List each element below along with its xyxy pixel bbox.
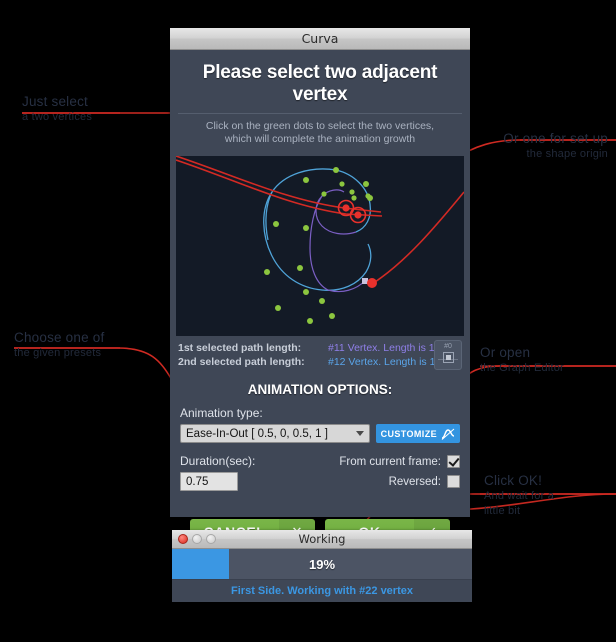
reversed-label: Reversed: — [388, 475, 441, 488]
duration-input[interactable]: 0.75 — [180, 472, 238, 491]
dialog-headline: Please select two adjacent vertex — [202, 62, 438, 105]
path-length-row-1: 1st selected path length: #11 Vertex. Le… — [178, 342, 462, 354]
second-path-length-value: #12 Vertex. Length is 12 — [328, 356, 442, 368]
chevron-down-icon — [355, 431, 364, 436]
duration-label: Duration(sec): — [180, 454, 256, 468]
reversed-checkbox[interactable] — [447, 475, 460, 488]
animation-options-form: Animation type: Ease-In-Out [ 0.5, 0, 0.… — [170, 406, 470, 545]
working-window: Working 19% First Side. Working with #22… — [172, 530, 472, 602]
animation-type-row: Ease-In-Out [ 0.5, 0, 0.5, 1 ] CUSTOMIZE — [180, 424, 460, 443]
annotation-subtext: the given presets — [14, 347, 102, 359]
from-current-frame-row: From current frame: — [339, 455, 460, 468]
duration-value: 0.75 — [186, 475, 209, 488]
dialog-subtitle: Click on the green dots to select the tw… — [170, 120, 470, 156]
customize-button[interactable]: CUSTOMIZE — [375, 424, 460, 443]
from-current-frame-checkbox[interactable] — [447, 455, 460, 468]
customize-button-label: CUSTOMIZE — [380, 428, 437, 439]
dialog-title: Curva — [301, 31, 339, 46]
selected-vertices — [337, 199, 367, 224]
headline-divider — [178, 113, 462, 114]
duration-group: Duration(sec): 0.75 — [180, 454, 300, 491]
reversed-row: Reversed: — [339, 475, 460, 488]
annotation-heading: Or open — [480, 345, 531, 360]
working-window-title: Working — [298, 532, 346, 546]
selected-path-lengths: 1st selected path length: #11 Vertex. Le… — [170, 336, 470, 372]
from-current-frame-label: From current frame: — [339, 455, 441, 468]
annotation-subtext-2: little bit — [484, 505, 521, 517]
annotation-subtext: the shape origin — [526, 148, 608, 160]
annotation-heading: Just select — [22, 94, 88, 109]
working-titlebar[interactable]: Working — [172, 530, 472, 549]
subtitle-line-1: Click on the green dots to select the tw… — [205, 120, 435, 132]
progress-percent-label: 19% — [308, 556, 336, 572]
origin-point — [367, 278, 377, 288]
annotation-subtext: And wait for a — [484, 490, 555, 502]
annotation-choose-one-of: Choose one of the given presets — [14, 330, 104, 361]
vertex-origin-badge-button[interactable]: #0 — [434, 340, 462, 370]
vertex-badge-square-icon — [442, 352, 454, 363]
vertex-badge-number: #0 — [444, 343, 452, 350]
vertex-dots — [264, 167, 373, 324]
annotation-heading: Or one for set up — [503, 131, 608, 146]
progress-bar: 19% — [172, 549, 472, 580]
duration-and-options-row: Duration(sec): 0.75 From current frame: … — [180, 454, 460, 495]
animation-options-title: ANIMATION OPTIONS: — [247, 382, 393, 397]
animation-type-value: Ease-In-Out [ 0.5, 0, 0.5, 1 ] — [186, 427, 328, 440]
annotation-or-open: Or open the Graph Editor — [480, 345, 564, 376]
curve-preview-canvas[interactable] — [176, 156, 464, 336]
graph-curve-icon — [441, 428, 455, 440]
second-path-length-label: 2nd selected path length: — [178, 356, 305, 368]
dialog-body: Please select two adjacent vertex Click … — [170, 50, 470, 545]
first-path-length-label: 1st selected path length: — [178, 342, 302, 354]
animation-type-label: Animation type: — [180, 406, 263, 420]
annotation-or-one-for-setup: Or one for set up the shape origin — [503, 131, 608, 162]
subtitle-line-2: which will complete the animation growth — [224, 133, 416, 145]
curva-dialog: Curva Please select two adjacent vertex … — [170, 28, 470, 545]
annotation-heading: Choose one of — [14, 330, 105, 345]
annotation-heading: Click OK! — [484, 473, 543, 488]
dialog-titlebar[interactable]: Curva — [170, 28, 470, 50]
working-status-text: First Side. Working with #22 vertex — [231, 585, 413, 597]
annotation-subtext: the Graph Editor — [480, 362, 564, 374]
path-length-row-2: 2nd selected path length: #12 Vertex. Le… — [178, 356, 462, 368]
annotation-just-select: Just select a two vertices — [22, 94, 92, 125]
first-path-length-value: #11 Vertex. Length is 11 — [328, 342, 440, 354]
animation-type-select[interactable]: Ease-In-Out [ 0.5, 0, 0.5, 1 ] — [180, 424, 370, 443]
annotation-subtext: a two vertices — [22, 111, 93, 123]
annotation-click-ok: Click OK! And wait for a little bit — [484, 473, 554, 519]
checkbox-group: From current frame: Reversed: — [339, 454, 460, 495]
screenshot-root: Just select a two vertices Or one for se… — [0, 0, 616, 642]
curve-preview-svg — [176, 156, 464, 324]
